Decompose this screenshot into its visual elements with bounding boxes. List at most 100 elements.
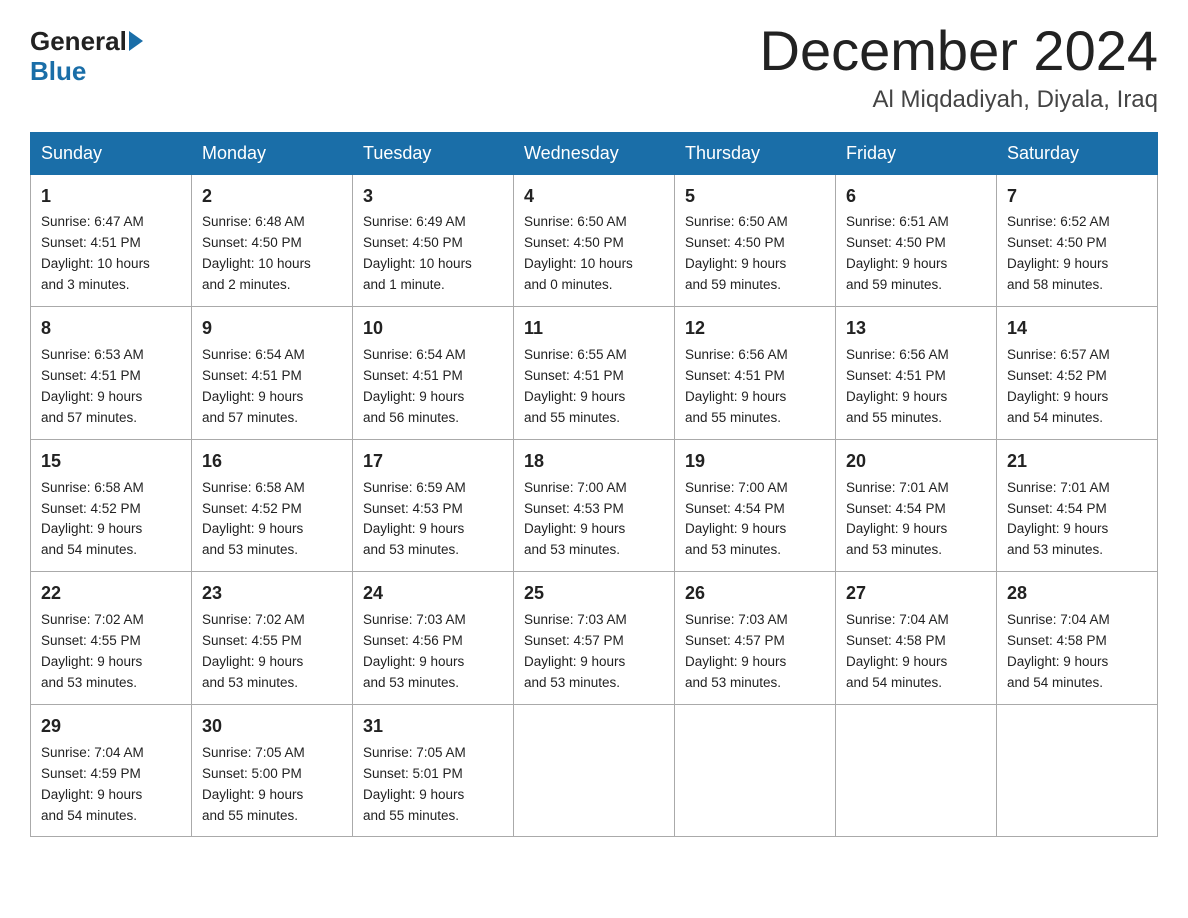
table-row: 17 Sunrise: 6:59 AMSunset: 4:53 PMDayligh… <box>353 439 514 572</box>
table-row: 2 Sunrise: 6:48 AMSunset: 4:50 PMDaylight… <box>192 174 353 307</box>
logo-general-text: General <box>30 28 127 54</box>
col-thursday: Thursday <box>675 132 836 174</box>
day-number: 18 <box>524 448 664 476</box>
table-row: 23 Sunrise: 7:02 AMSunset: 4:55 PMDayligh… <box>192 572 353 705</box>
day-info: Sunrise: 7:00 AMSunset: 4:54 PMDaylight:… <box>685 480 788 558</box>
table-row: 30 Sunrise: 7:05 AMSunset: 5:00 PMDayligh… <box>192 704 353 837</box>
table-row: 5 Sunrise: 6:50 AMSunset: 4:50 PMDaylight… <box>675 174 836 307</box>
day-info: Sunrise: 7:01 AMSunset: 4:54 PMDaylight:… <box>1007 480 1110 558</box>
table-row: 6 Sunrise: 6:51 AMSunset: 4:50 PMDaylight… <box>836 174 997 307</box>
col-tuesday: Tuesday <box>353 132 514 174</box>
day-info: Sunrise: 6:54 AMSunset: 4:51 PMDaylight:… <box>202 347 305 425</box>
table-row: 16 Sunrise: 6:58 AMSunset: 4:52 PMDayligh… <box>192 439 353 572</box>
day-number: 28 <box>1007 580 1147 608</box>
day-info: Sunrise: 6:58 AMSunset: 4:52 PMDaylight:… <box>202 480 305 558</box>
day-info: Sunrise: 6:56 AMSunset: 4:51 PMDaylight:… <box>685 347 788 425</box>
day-number: 19 <box>685 448 825 476</box>
table-row: 28 Sunrise: 7:04 AMSunset: 4:58 PMDayligh… <box>997 572 1158 705</box>
table-row: 11Sunrise: 6:55 AMSunset: 4:51 PMDayligh… <box>514 307 675 440</box>
day-number: 3 <box>363 183 503 211</box>
day-info: Sunrise: 7:04 AMSunset: 4:58 PMDaylight:… <box>846 612 949 690</box>
day-number: 30 <box>202 713 342 741</box>
day-number: 4 <box>524 183 664 211</box>
day-info: Sunrise: 6:51 AMSunset: 4:50 PMDaylight:… <box>846 214 949 292</box>
day-info: Sunrise: 7:04 AMSunset: 4:59 PMDaylight:… <box>41 745 144 823</box>
day-number: 23 <box>202 580 342 608</box>
table-row: 14 Sunrise: 6:57 AMSunset: 4:52 PMDayligh… <box>997 307 1158 440</box>
col-monday: Monday <box>192 132 353 174</box>
day-info: Sunrise: 6:49 AMSunset: 4:50 PMDaylight:… <box>363 214 472 292</box>
day-info: Sunrise: 6:58 AMSunset: 4:52 PMDaylight:… <box>41 480 144 558</box>
day-info: Sunrise: 6:50 AMSunset: 4:50 PMDaylight:… <box>524 214 633 292</box>
day-info: Sunrise: 6:48 AMSunset: 4:50 PMDaylight:… <box>202 214 311 292</box>
day-number: 15 <box>41 448 181 476</box>
day-number: 29 <box>41 713 181 741</box>
calendar-week-row: 22 Sunrise: 7:02 AMSunset: 4:55 PMDayligh… <box>31 572 1158 705</box>
table-row: 22 Sunrise: 7:02 AMSunset: 4:55 PMDayligh… <box>31 572 192 705</box>
day-number: 11 <box>524 315 664 343</box>
day-number: 16 <box>202 448 342 476</box>
table-row: 3 Sunrise: 6:49 AMSunset: 4:50 PMDaylight… <box>353 174 514 307</box>
day-number: 9 <box>202 315 342 343</box>
day-number: 8 <box>41 315 181 343</box>
col-wednesday: Wednesday <box>514 132 675 174</box>
logo: General Blue <box>30 28 143 87</box>
table-row: 10 Sunrise: 6:54 AMSunset: 4:51 PMDayligh… <box>353 307 514 440</box>
logo-arrow-icon <box>129 31 143 51</box>
day-number: 13 <box>846 315 986 343</box>
day-number: 14 <box>1007 315 1147 343</box>
calendar-week-row: 15 Sunrise: 6:58 AMSunset: 4:52 PMDayligh… <box>31 439 1158 572</box>
day-info: Sunrise: 6:57 AMSunset: 4:52 PMDaylight:… <box>1007 347 1110 425</box>
calendar-week-row: 29 Sunrise: 7:04 AMSunset: 4:59 PMDayligh… <box>31 704 1158 837</box>
month-title: December 2024 <box>760 20 1158 82</box>
location-title: Al Miqdadiyah, Diyala, Iraq <box>760 86 1158 114</box>
day-number: 2 <box>202 183 342 211</box>
table-row: 15 Sunrise: 6:58 AMSunset: 4:52 PMDayligh… <box>31 439 192 572</box>
table-row: 12 Sunrise: 6:56 AMSunset: 4:51 PMDayligh… <box>675 307 836 440</box>
day-info: Sunrise: 6:59 AMSunset: 4:53 PMDaylight:… <box>363 480 466 558</box>
day-number: 17 <box>363 448 503 476</box>
day-info: Sunrise: 6:54 AMSunset: 4:51 PMDaylight:… <box>363 347 466 425</box>
title-area: December 2024 Al Miqdadiyah, Diyala, Ira… <box>760 20 1158 114</box>
day-info: Sunrise: 7:05 AMSunset: 5:01 PMDaylight:… <box>363 745 466 823</box>
day-info: Sunrise: 6:50 AMSunset: 4:50 PMDaylight:… <box>685 214 788 292</box>
table-row: 9 Sunrise: 6:54 AMSunset: 4:51 PMDaylight… <box>192 307 353 440</box>
table-row: 8 Sunrise: 6:53 AMSunset: 4:51 PMDaylight… <box>31 307 192 440</box>
day-number: 21 <box>1007 448 1147 476</box>
day-number: 10 <box>363 315 503 343</box>
day-info: Sunrise: 7:02 AMSunset: 4:55 PMDaylight:… <box>202 612 305 690</box>
table-row: 7Sunrise: 6:52 AMSunset: 4:50 PMDaylight… <box>997 174 1158 307</box>
day-number: 26 <box>685 580 825 608</box>
day-number: 6 <box>846 183 986 211</box>
table-row: 25 Sunrise: 7:03 AMSunset: 4:57 PMDayligh… <box>514 572 675 705</box>
table-row: 18Sunrise: 7:00 AMSunset: 4:53 PMDayligh… <box>514 439 675 572</box>
day-number: 24 <box>363 580 503 608</box>
header: General Blue December 2024 Al Miqdadiyah… <box>30 20 1158 114</box>
table-row: 31 Sunrise: 7:05 AMSunset: 5:01 PMDayligh… <box>353 704 514 837</box>
table-row <box>675 704 836 837</box>
logo-blue-text: Blue <box>30 56 86 87</box>
day-info: Sunrise: 7:02 AMSunset: 4:55 PMDaylight:… <box>41 612 144 690</box>
table-row: 24 Sunrise: 7:03 AMSunset: 4:56 PMDayligh… <box>353 572 514 705</box>
day-number: 22 <box>41 580 181 608</box>
table-row <box>836 704 997 837</box>
day-number: 5 <box>685 183 825 211</box>
day-info: Sunrise: 7:03 AMSunset: 4:57 PMDaylight:… <box>685 612 788 690</box>
table-row: 4 Sunrise: 6:50 AMSunset: 4:50 PMDaylight… <box>514 174 675 307</box>
day-info: Sunrise: 7:05 AMSunset: 5:00 PMDaylight:… <box>202 745 305 823</box>
table-row: 26 Sunrise: 7:03 AMSunset: 4:57 PMDayligh… <box>675 572 836 705</box>
calendar-header-row: Sunday Monday Tuesday Wednesday Thursday… <box>31 132 1158 174</box>
day-number: 12 <box>685 315 825 343</box>
day-info: Sunrise: 7:03 AMSunset: 4:57 PMDaylight:… <box>524 612 627 690</box>
table-row: 13Sunrise: 6:56 AMSunset: 4:51 PMDayligh… <box>836 307 997 440</box>
table-row: 27Sunrise: 7:04 AMSunset: 4:58 PMDayligh… <box>836 572 997 705</box>
col-sunday: Sunday <box>31 132 192 174</box>
day-info: Sunrise: 7:04 AMSunset: 4:58 PMDaylight:… <box>1007 612 1110 690</box>
day-number: 25 <box>524 580 664 608</box>
day-number: 31 <box>363 713 503 741</box>
calendar-week-row: 8 Sunrise: 6:53 AMSunset: 4:51 PMDaylight… <box>31 307 1158 440</box>
day-info: Sunrise: 6:53 AMSunset: 4:51 PMDaylight:… <box>41 347 144 425</box>
day-number: 1 <box>41 183 181 211</box>
day-info: Sunrise: 7:03 AMSunset: 4:56 PMDaylight:… <box>363 612 466 690</box>
table-row: 1Sunrise: 6:47 AMSunset: 4:51 PMDaylight… <box>31 174 192 307</box>
